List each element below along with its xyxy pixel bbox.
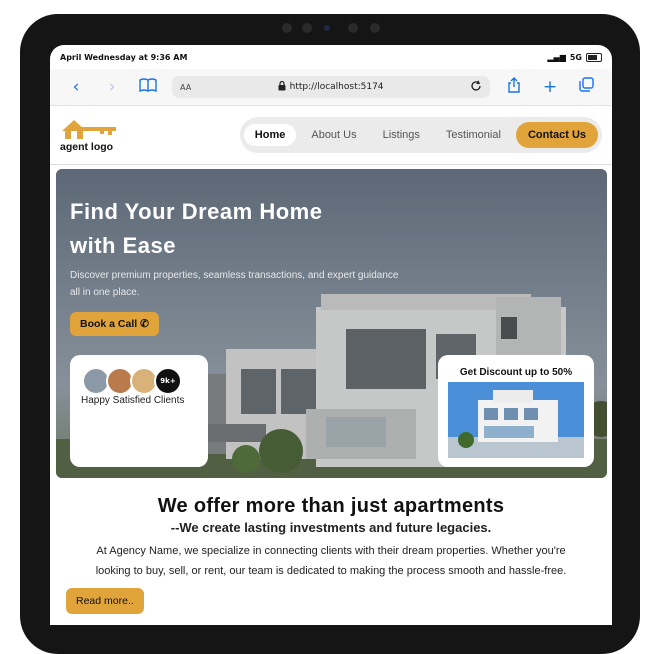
status-time: April Wednesday at 9:36 AM — [60, 52, 188, 62]
front-camera — [302, 23, 312, 33]
signal-icon: ▂▄▆ — [547, 52, 566, 62]
nav-menu: Home About Us Listings Testimonial Conta… — [239, 117, 602, 153]
discount-house-image — [448, 382, 584, 458]
logo-text: agent logo — [60, 141, 114, 153]
read-more-button[interactable]: Read more.. — [66, 588, 144, 614]
network-label: 5G — [569, 52, 582, 62]
battery-icon — [586, 52, 602, 62]
discount-card[interactable]: Get Discount up to 50% — [438, 355, 594, 467]
nav-item-listings[interactable]: Listings — [372, 124, 431, 146]
forward-icon[interactable]: › — [94, 77, 130, 97]
clients-count-badge: 9k+ — [154, 367, 182, 395]
clients-card: 9k+ Happy Satisfied Clients — [70, 355, 208, 467]
text-size-button[interactable]: AA — [180, 83, 191, 92]
lock-icon — [278, 80, 286, 94]
hero-title-line2: with Ease — [70, 233, 176, 258]
hero-subtitle-line1: Discover premium properties, seamless tr… — [70, 270, 399, 281]
sensor-dot — [282, 23, 292, 33]
about-heading: We offer more than just apartments — [157, 495, 505, 517]
reload-icon[interactable] — [470, 80, 482, 95]
address-bar[interactable]: AA http://localhost:5174 — [172, 76, 490, 98]
contact-us-button[interactable]: Contact Us — [515, 122, 598, 148]
site-logo[interactable]: agent logo — [60, 117, 120, 153]
hero-title-line1: Find Your Dream Home — [70, 199, 323, 224]
share-icon[interactable] — [496, 76, 532, 98]
book-call-label: Book a Call — [80, 318, 138, 330]
client-avatars: 9k+ — [82, 367, 182, 395]
status-bar: April Wednesday at 9:36 AM ▂▄▆ 5G — [50, 45, 612, 69]
new-tab-icon[interactable]: + — [532, 77, 568, 97]
bookmarks-icon[interactable] — [130, 77, 166, 97]
about-section: We offer more than just apartments --We … — [50, 495, 612, 581]
tablet-screen: April Wednesday at 9:36 AM ▂▄▆ 5G ‹ › AA… — [50, 45, 612, 625]
camera-lens — [324, 25, 330, 31]
sensor-dot — [370, 23, 380, 33]
about-body-line1: At Agency Name, we specialize in connect… — [96, 545, 566, 557]
book-call-button[interactable]: Book a Call ✆ — [70, 312, 159, 336]
house-key-icon — [62, 120, 116, 139]
hero-section: Find Your Dream Home with Ease Discover … — [56, 169, 607, 478]
hero-subtitle-line2: all in one place. — [70, 287, 140, 298]
about-body-line2: looking to buy, sell, or rent, our team … — [95, 565, 567, 577]
sensor-dot — [348, 23, 358, 33]
url-text: http://localhost:5174 — [289, 82, 384, 92]
nav-item-testimonial[interactable]: Testimonial — [435, 124, 512, 146]
browser-toolbar: ‹ › AA http://localhost:5174 + — [50, 69, 612, 106]
about-subheading: --We create lasting investments and futu… — [170, 520, 492, 535]
phone-icon: ✆ — [140, 318, 149, 330]
nav-item-home[interactable]: Home — [243, 124, 297, 146]
site-navbar: agent logo Home About Us Listings Testim… — [50, 106, 612, 165]
tabs-icon[interactable] — [568, 77, 604, 97]
nav-item-about-us[interactable]: About Us — [300, 124, 367, 146]
clients-caption: Happy Satisfied Clients — [81, 395, 185, 406]
discount-caption: Get Discount up to 50% — [459, 367, 573, 378]
back-icon[interactable]: ‹ — [58, 77, 94, 97]
